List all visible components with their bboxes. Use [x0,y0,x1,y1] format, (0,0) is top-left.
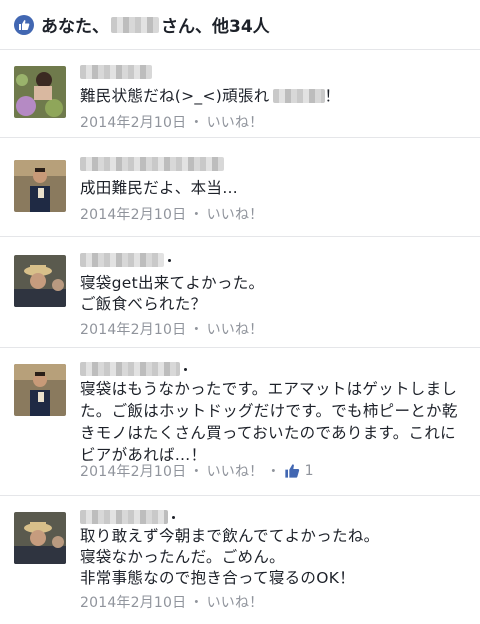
avatar[interactable] [14,255,66,307]
comment-meta: 2014年2月10日 ・ いいね！ [80,319,263,339]
like-thumb-icon [14,14,34,35]
comment-meta: 2014年2月10日 ・ いいね！ [80,592,263,612]
comment-item: 成田難民だよ、本当… 2014年2月10日 ・ いいね！ [0,138,480,237]
commenter-name[interactable] [80,362,187,376]
commenter-name[interactable] [80,510,175,524]
comment-text: 取り敢えず今朝まで飲んでてよかったね。 寝袋なかったんだ。ごめん。 非常事態なの… [80,527,380,587]
comment-item: 寝袋get出来てよかった。 ご飯食べられた？ 2014年2月10日 ・ いいね！ [0,237,480,348]
comment-timestamp[interactable]: 2014年2月10日 [80,112,186,132]
comment-text: 寝袋get出来てよかった。 ご飯食べられた？ [80,274,265,313]
likes-summary[interactable]: あなた、 さん、他34人 [0,0,480,50]
comment-text: 成田難民だよ、本当… [80,179,239,197]
likes-suffix: さん、他34人 [161,17,270,37]
comment-text: 寝袋はもうなかったです。エアマットはゲットしました。ご飯はホットドッグだけです。… [80,380,458,464]
like-count[interactable]: 1 [284,463,314,479]
comment-item: 取り敢えず今朝まで飲んでてよかったね。 寝袋なかったんだ。ごめん。 非常事態なの… [0,496,480,624]
comment-item: 難民状態だね(>_<)頑張れ！ 2014年2月10日 ・ いいね！ [0,50,480,138]
comment-timestamp[interactable]: 2014年2月10日 [80,204,186,224]
comment-timestamp[interactable]: 2014年2月10日 [80,461,186,481]
avatar[interactable] [14,512,66,564]
comment-timestamp[interactable]: 2014年2月10日 [80,592,186,612]
like-thumb-icon [284,464,299,478]
avatar[interactable] [14,160,66,212]
like-button[interactable]: いいね！ [207,592,264,612]
blurred-name [111,16,159,33]
like-button[interactable]: いいね！ [207,112,264,132]
commenter-name[interactable] [80,157,224,171]
avatar[interactable] [14,66,66,118]
comment-meta: 2014年2月10日 ・ いいね！ ・ 1 [80,461,314,481]
like-button[interactable]: いいね！ [207,204,264,224]
comment-timestamp[interactable]: 2014年2月10日 [80,319,186,339]
comment-meta: 2014年2月10日 ・ いいね！ [80,204,263,224]
commenter-name[interactable] [80,65,152,79]
avatar[interactable] [14,364,66,416]
like-button[interactable]: いいね！ [207,461,264,481]
comment-text: 難民状態だね(>_<)頑張れ！ [80,87,341,105]
comment-meta: 2014年2月10日 ・ いいね！ [80,112,263,132]
likes-prefix: あなた、 [41,17,109,37]
commenter-name[interactable] [80,253,171,267]
comment-item: 寝袋はもうなかったです。エアマットはゲットしました。ご飯はホットドッグだけです。… [0,348,480,496]
like-button[interactable]: いいね！ [207,319,264,339]
